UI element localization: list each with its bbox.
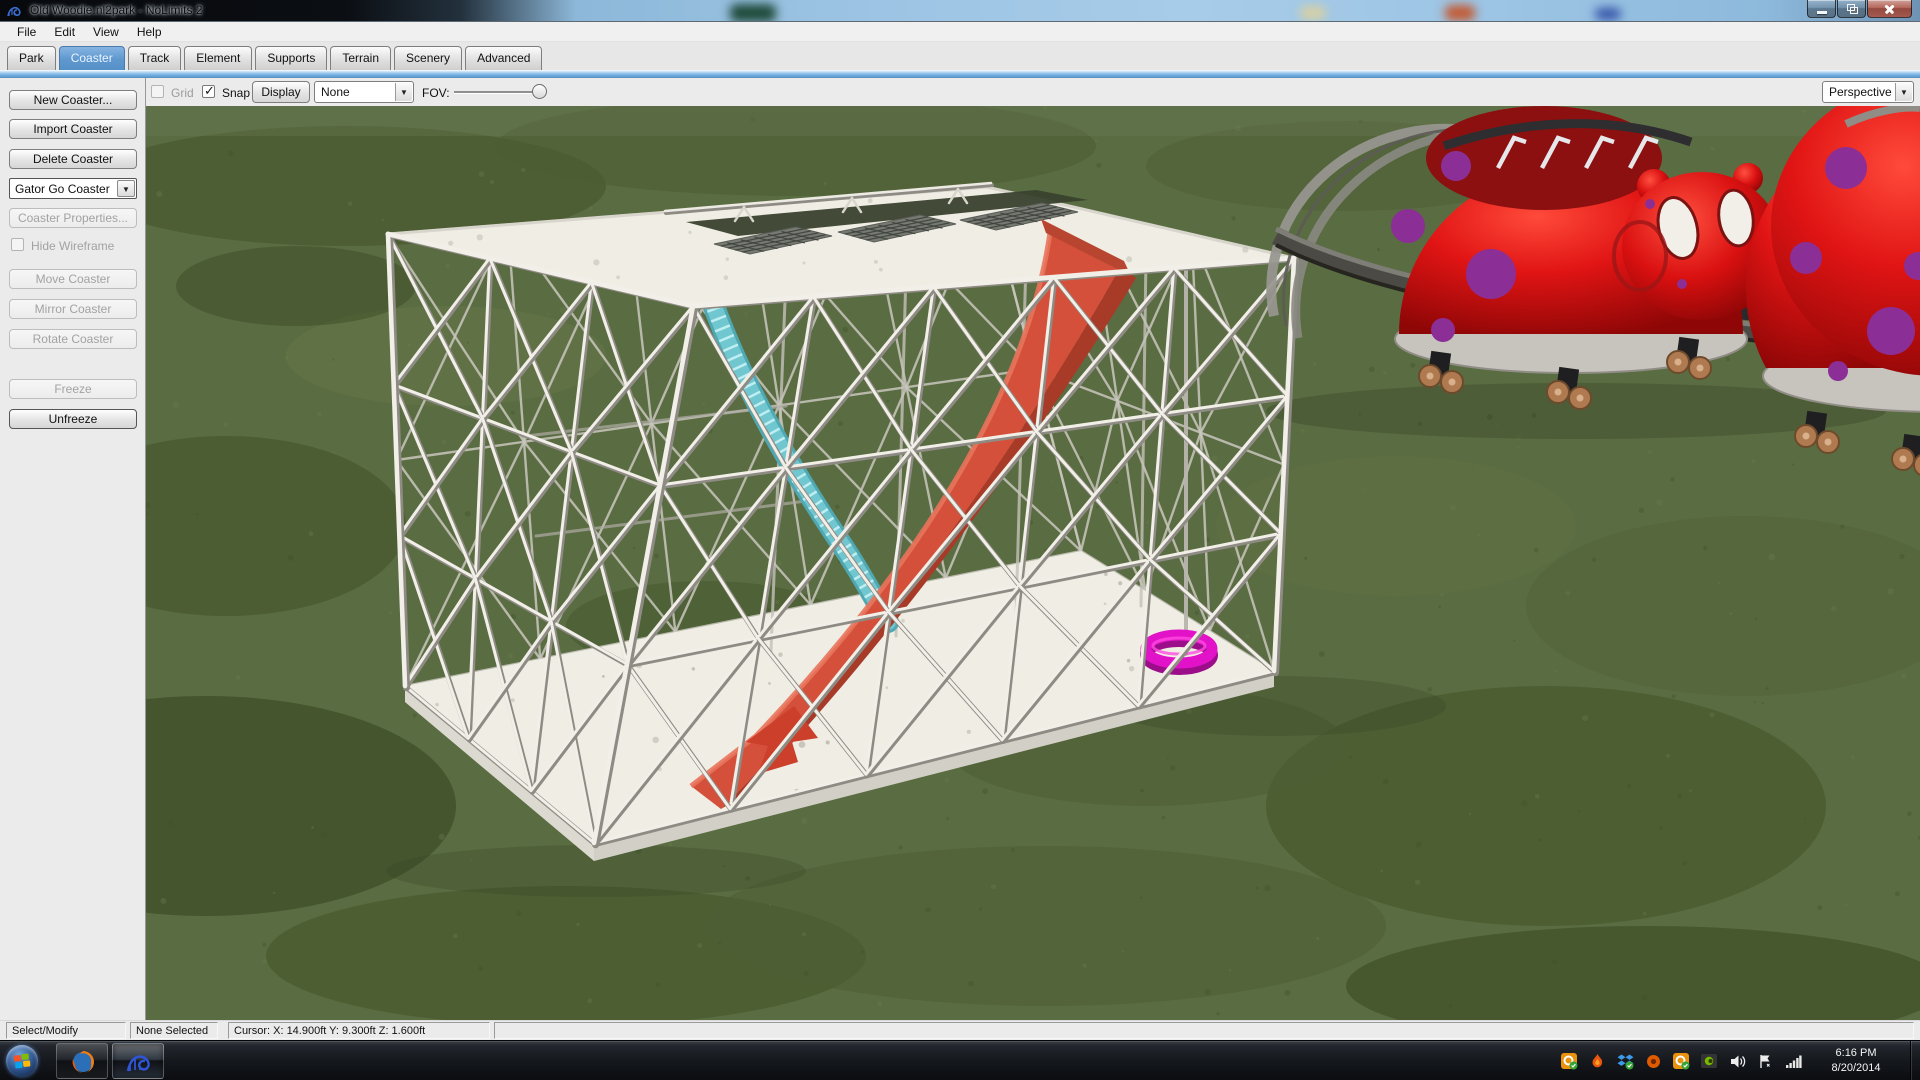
restore-button[interactable] bbox=[1837, 0, 1866, 18]
nolimits-icon bbox=[126, 1049, 152, 1075]
app-icon bbox=[7, 3, 23, 19]
nolimits2-window: Old Woodie.nl2park - NoLimits 2 File Edi… bbox=[0, 0, 1920, 1080]
view-mode-dropdown[interactable]: Perspective ▼ bbox=[1822, 81, 1914, 103]
taskbar: 6:16 PM 8/20/2014 bbox=[0, 1040, 1920, 1080]
chevron-down-icon: ▼ bbox=[1895, 83, 1912, 101]
tab-accent-bar bbox=[0, 70, 1920, 78]
chevron-down-icon: ▼ bbox=[117, 180, 135, 197]
viewport-3d-scene bbox=[146, 106, 1920, 1020]
import-coaster-button[interactable]: Import Coaster bbox=[9, 119, 137, 139]
rotate-coaster-button[interactable]: Rotate Coaster bbox=[9, 329, 137, 349]
nvidia-icon[interactable] bbox=[1701, 1053, 1718, 1070]
status-selection: None Selected bbox=[130, 1022, 218, 1039]
status-bar: Select/Modify None Selected Cursor: X: 1… bbox=[0, 1020, 1920, 1040]
locator-icon[interactable] bbox=[1645, 1053, 1662, 1070]
network-bars-icon[interactable] bbox=[1785, 1053, 1802, 1070]
clock-time: 6:16 PM bbox=[1810, 1046, 1902, 1061]
tab-scenery[interactable]: Scenery bbox=[394, 46, 462, 70]
grid-checkbox[interactable] bbox=[151, 85, 164, 98]
delete-coaster-button[interactable]: Delete Coaster bbox=[9, 149, 137, 169]
coaster-select-dropdown[interactable]: Gator Go Coaster ▼ bbox=[9, 178, 137, 199]
tab-supports[interactable]: Supports bbox=[255, 46, 327, 70]
viewport-toolbar: Grid ✓ Snap Display None ▼ FOV: Perspect… bbox=[146, 78, 1920, 106]
menu-view[interactable]: View bbox=[84, 23, 128, 41]
system-tray bbox=[1561, 1041, 1802, 1080]
tab-coaster[interactable]: Coaster bbox=[59, 46, 125, 70]
taskbar-clock[interactable]: 6:16 PM 8/20/2014 bbox=[1810, 1046, 1902, 1076]
status-spacer bbox=[494, 1022, 1914, 1039]
flame-icon[interactable] bbox=[1589, 1053, 1606, 1070]
viewport[interactable] bbox=[146, 106, 1920, 1020]
title-bar: Old Woodie.nl2park - NoLimits 2 bbox=[0, 0, 1920, 22]
coaster-properties-button[interactable]: Coaster Properties... bbox=[9, 208, 137, 228]
status-cursor-coords: Cursor: X: 14.900ft Y: 9.300ft Z: 1.600f… bbox=[228, 1022, 490, 1039]
tab-advanced[interactable]: Advanced bbox=[465, 46, 542, 70]
chevron-down-icon: ▼ bbox=[395, 83, 412, 101]
status-mode: Select/Modify bbox=[6, 1022, 126, 1039]
taskbar-firefox-button[interactable] bbox=[56, 1043, 108, 1079]
taskbar-nolimits-button[interactable] bbox=[112, 1043, 164, 1079]
move-coaster-button[interactable]: Move Coaster bbox=[9, 269, 137, 289]
sync-app-icon[interactable] bbox=[1561, 1053, 1578, 1070]
desktop-glass-blob bbox=[1445, 5, 1475, 21]
menu-bar: File Edit View Help bbox=[0, 22, 1920, 42]
tab-terrain[interactable]: Terrain bbox=[330, 46, 391, 70]
sync-app-icon-2[interactable] bbox=[1673, 1053, 1690, 1070]
grid-label: Grid bbox=[171, 86, 194, 100]
menu-help[interactable]: Help bbox=[128, 23, 171, 41]
clock-date: 8/20/2014 bbox=[1810, 1061, 1902, 1076]
display-mode-dropdown[interactable]: None ▼ bbox=[314, 81, 414, 103]
mirror-coaster-button[interactable]: Mirror Coaster bbox=[9, 299, 137, 319]
fov-slider[interactable] bbox=[454, 91, 546, 93]
menu-file[interactable]: File bbox=[8, 23, 45, 41]
desktop-glass-blob bbox=[730, 4, 776, 22]
action-center-flag-icon[interactable] bbox=[1757, 1053, 1774, 1070]
snap-checkbox[interactable]: ✓ bbox=[202, 85, 215, 98]
minimize-button[interactable] bbox=[1807, 0, 1836, 18]
hide-wireframe-label: Hide Wireframe bbox=[31, 239, 114, 253]
display-button[interactable]: Display bbox=[252, 81, 310, 103]
tab-track[interactable]: Track bbox=[128, 46, 182, 70]
windows-logo-icon bbox=[14, 1053, 31, 1068]
tab-element[interactable]: Element bbox=[184, 46, 252, 70]
window-title: Old Woodie.nl2park - NoLimits 2 bbox=[30, 3, 203, 17]
close-button[interactable] bbox=[1867, 0, 1912, 18]
volume-icon[interactable] bbox=[1729, 1053, 1746, 1070]
unfreeze-button[interactable]: Unfreeze bbox=[9, 409, 137, 429]
freeze-button[interactable]: Freeze bbox=[9, 379, 137, 399]
snap-label: Snap bbox=[222, 86, 250, 100]
coaster-sidebar: New Coaster... Import Coaster Delete Coa… bbox=[0, 78, 146, 1020]
new-coaster-button[interactable]: New Coaster... bbox=[9, 90, 137, 110]
show-desktop-button[interactable] bbox=[1910, 1041, 1920, 1080]
tab-park[interactable]: Park bbox=[7, 46, 56, 70]
start-button[interactable] bbox=[6, 1045, 38, 1077]
hide-wireframe-checkbox[interactable] bbox=[11, 238, 24, 251]
fov-label: FOV: bbox=[422, 86, 450, 100]
tab-bar: Park Coaster Track Element Supports Terr… bbox=[0, 42, 1920, 70]
desktop-glass-blob bbox=[1300, 6, 1326, 20]
dropbox-icon[interactable] bbox=[1617, 1053, 1634, 1070]
firefox-icon bbox=[70, 1049, 96, 1075]
fov-slider-thumb[interactable] bbox=[532, 84, 547, 99]
menu-edit[interactable]: Edit bbox=[45, 23, 84, 41]
desktop-glass-blob bbox=[1595, 8, 1621, 20]
